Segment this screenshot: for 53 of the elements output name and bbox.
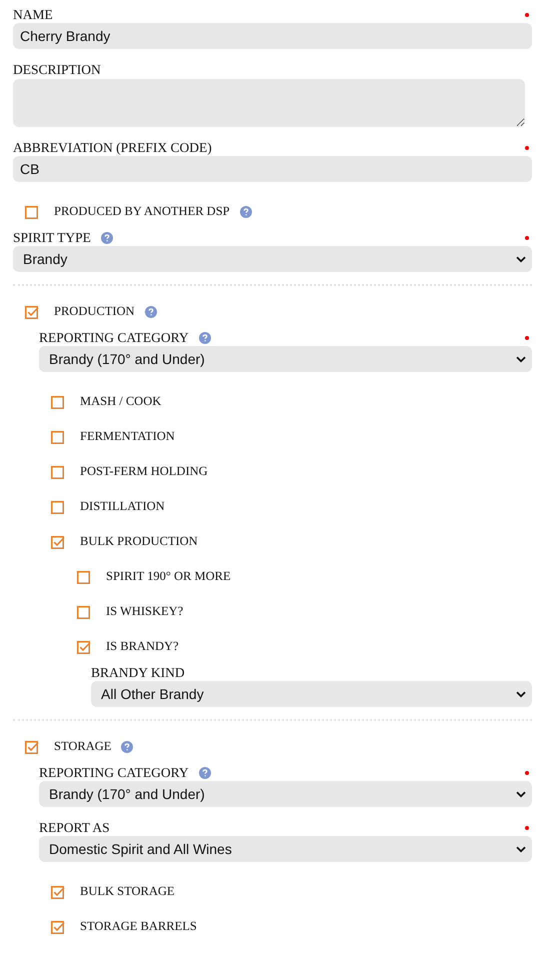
- field-label: SPIRIT TYPE: [13, 230, 91, 246]
- text-field[interactable]: Cherry Brandy: [13, 23, 532, 49]
- chevron-icon: [516, 690, 526, 698]
- checkbox[interactable]: [51, 464, 65, 478]
- checkbox[interactable]: [51, 430, 65, 444]
- dropdown[interactable]: Brandy (170° and Under): [39, 346, 532, 372]
- field-label: REPORTING CATEGORY: [39, 764, 189, 780]
- checkbox-label[interactable]: SPIRIT 190° OR MORE: [106, 569, 231, 584]
- checkbox-label[interactable]: FERMENTATION: [80, 429, 175, 444]
- checkbox-label[interactable]: BULK PRODUCTION: [80, 534, 198, 549]
- help-icon[interactable]: [144, 306, 157, 318]
- help-icon[interactable]: [100, 232, 113, 244]
- checkbox-label[interactable]: DISTILLATION: [80, 499, 165, 514]
- checkbox-label[interactable]: BULK STORAGE: [80, 884, 175, 899]
- description-field[interactable]: [13, 79, 525, 127]
- help-icon[interactable]: [121, 740, 134, 752]
- checkbox-label[interactable]: IS WHISKEY?: [106, 604, 184, 619]
- checkbox[interactable]: [25, 204, 39, 218]
- checkbox[interactable]: [25, 740, 39, 754]
- dropdown[interactable]: All Other Brandy: [91, 681, 532, 707]
- checkbox[interactable]: [77, 604, 91, 618]
- checkbox[interactable]: [51, 920, 65, 934]
- checkbox[interactable]: [77, 640, 91, 654]
- dropdown[interactable]: Brandy (170° and Under): [39, 781, 532, 807]
- field-label: BRANDY KIND: [91, 664, 185, 680]
- field-label: NAME: [13, 6, 53, 22]
- field-label: DESCRIPTION: [13, 62, 101, 78]
- checkbox[interactable]: [51, 534, 65, 548]
- checkbox-label[interactable]: PRODUCTION: [54, 304, 135, 319]
- field-label: REPORT AS: [39, 820, 110, 836]
- field-label: ABBREVIATION (PREFIX CODE): [13, 140, 212, 156]
- help-icon[interactable]: [198, 766, 211, 778]
- chevron-icon: [516, 256, 526, 262]
- text-field[interactable]: CB: [13, 156, 532, 182]
- checkbox-label[interactable]: STORAGE BARRELS: [80, 919, 197, 934]
- checkbox-label[interactable]: POST-FERM HOLDING: [80, 464, 208, 479]
- checkbox[interactable]: [51, 884, 65, 898]
- checkbox-label[interactable]: PRODUCED BY ANOTHER DSP: [54, 204, 230, 219]
- checkbox[interactable]: [77, 570, 91, 584]
- help-icon[interactable]: [198, 332, 211, 344]
- chevron-icon: [516, 790, 526, 798]
- checkbox[interactable]: [51, 500, 65, 514]
- chevron-icon: [516, 356, 526, 362]
- dropdown[interactable]: Domestic Spirit and All Wines: [39, 836, 532, 862]
- checkbox-label[interactable]: MASH / COOK: [80, 394, 162, 409]
- field-label: REPORTING CATEGORY: [39, 330, 189, 346]
- checkbox-label[interactable]: IS BRANDY?: [106, 639, 179, 654]
- checkbox[interactable]: [25, 304, 39, 318]
- dropdown[interactable]: Brandy: [13, 246, 532, 272]
- chevron-icon: [516, 846, 526, 852]
- checkbox[interactable]: [51, 394, 65, 408]
- help-icon[interactable]: [240, 206, 252, 218]
- checkbox-label[interactable]: STORAGE: [54, 739, 112, 754]
